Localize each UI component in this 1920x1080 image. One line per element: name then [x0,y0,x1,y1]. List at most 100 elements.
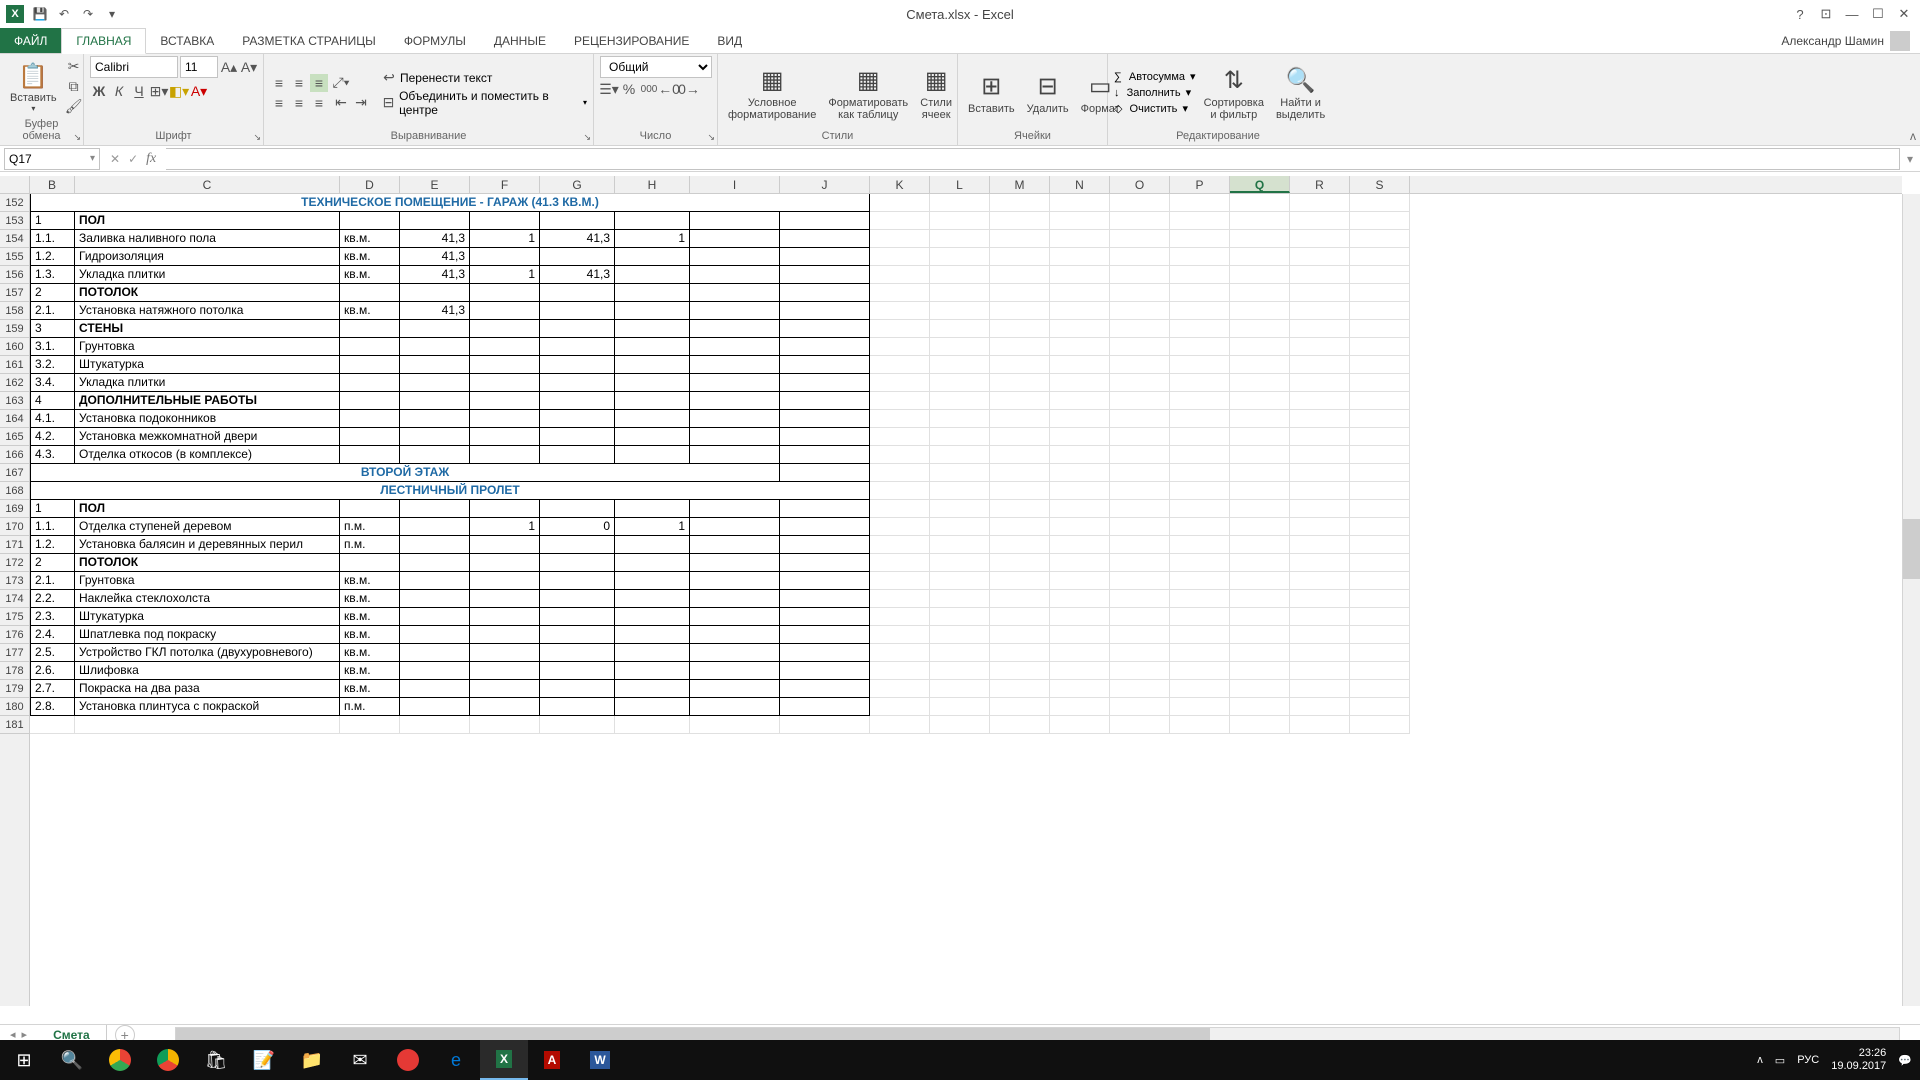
autosum-button[interactable]: ∑ Автосумма ▾ [1114,70,1196,83]
col-header-G[interactable]: G [540,176,615,193]
align-middle-icon[interactable]: ≡ [290,74,308,92]
maximize-icon[interactable]: ☐ [1866,4,1890,24]
start-button[interactable]: ⊞ [0,1040,48,1080]
row-header[interactable]: 170 [0,518,29,536]
help-icon[interactable]: ? [1788,4,1812,24]
row-header[interactable]: 165 [0,428,29,446]
tab-insert[interactable]: ВСТАВКА [146,28,228,53]
col-header-B[interactable]: B [30,176,75,193]
row-header[interactable]: 171 [0,536,29,554]
vertical-scrollbar[interactable] [1902,194,1920,1006]
ribbon-options-icon[interactable]: ⊡ [1814,4,1838,24]
qat-undo-icon[interactable]: ↶ [56,6,72,22]
tab-file[interactable]: ФАЙЛ [0,28,61,53]
canary-icon[interactable] [144,1040,192,1080]
cut-icon[interactable]: ✂ [65,58,83,76]
row-header[interactable]: 161 [0,356,29,374]
align-right-icon[interactable]: ≡ [310,94,328,112]
number-format-select[interactable]: Общий [600,56,712,78]
increase-indent-icon[interactable]: ⇥ [352,94,370,112]
store-icon[interactable]: 🛍 [192,1040,240,1080]
row-header[interactable]: 160 [0,338,29,356]
sort-filter-button[interactable]: ⇅ Сортировка и фильтр [1200,63,1268,123]
mail-icon[interactable]: ✉ [336,1040,384,1080]
name-box[interactable]: Q17 [4,148,100,170]
col-header-H[interactable]: H [615,176,690,193]
excel-task-icon[interactable]: X [480,1040,528,1080]
percent-icon[interactable]: % [620,80,638,98]
close-icon[interactable]: ✕ [1892,4,1916,24]
row-header[interactable]: 169 [0,500,29,518]
fill-color-icon[interactable]: ◧▾ [170,82,188,100]
accounting-icon[interactable]: ☰▾ [600,80,618,98]
orientation-icon[interactable]: ⤢▾ [332,74,350,92]
row-header[interactable]: 177 [0,644,29,662]
format-painter-icon[interactable]: 🖌 [65,98,83,116]
row-header[interactable]: 164 [0,410,29,428]
font-color-icon[interactable]: A▾ [190,82,208,100]
format-table-button[interactable]: ▦ Форматировать как таблицу [824,63,912,123]
decrease-decimal-icon[interactable]: 0→ [680,80,698,98]
decrease-indent-icon[interactable]: ⇤ [332,94,350,112]
decrease-font-icon[interactable]: A▾ [240,58,258,76]
user-account[interactable]: Александр Шамин [1771,28,1920,53]
word-icon[interactable]: W [576,1040,624,1080]
col-header-C[interactable]: C [75,176,340,193]
row-header[interactable]: 167 [0,464,29,482]
clipboard-launcher-icon[interactable]: ↘ [73,132,81,143]
col-header-K[interactable]: K [870,176,930,193]
col-header-O[interactable]: O [1110,176,1170,193]
comma-icon[interactable]: 000 [640,80,658,98]
formula-input[interactable] [166,148,1900,170]
tab-layout[interactable]: РАЗМЕТКА СТРАНИЦЫ [228,28,390,53]
explorer-icon[interactable]: 📁 [288,1040,336,1080]
row-header[interactable]: 176 [0,626,29,644]
col-header-I[interactable]: I [690,176,780,193]
col-header-J[interactable]: J [780,176,870,193]
paste-button[interactable]: 📋 Вставить ▾ [6,58,61,115]
italic-icon[interactable]: К [110,82,128,100]
col-header-E[interactable]: E [400,176,470,193]
search-icon[interactable]: 🔍 [48,1040,96,1080]
tab-formulas[interactable]: ФОРМУЛЫ [390,28,480,53]
row-header[interactable]: 155 [0,248,29,266]
fill-button[interactable]: ↓ Заполнить ▾ [1114,86,1196,99]
tray-network-icon[interactable]: ▭ [1775,1054,1785,1067]
cells-area[interactable]: ТЕХНИЧЕСКОЕ ПОМЕЩЕНИЕ - ГАРАЖ (41.3 КВ.М… [30,194,1902,1006]
row-header[interactable]: 179 [0,680,29,698]
alignment-launcher-icon[interactable]: ↘ [583,132,591,143]
row-header[interactable]: 181 [0,716,29,734]
wrap-text-button[interactable]: ↩ Перенести текст [380,69,587,87]
select-all-corner[interactable] [0,176,30,194]
row-header[interactable]: 180 [0,698,29,716]
minimize-icon[interactable]: — [1840,4,1864,24]
tray-notifications-icon[interactable]: 💬 [1898,1054,1912,1067]
align-left-icon[interactable]: ≡ [270,94,288,112]
acrobat-icon[interactable]: A [528,1040,576,1080]
align-top-icon[interactable]: ≡ [270,74,288,92]
row-header[interactable]: 178 [0,662,29,680]
cell-styles-button[interactable]: ▦ Стили ячеек [916,63,956,123]
col-header-P[interactable]: P [1170,176,1230,193]
row-header[interactable]: 153 [0,212,29,230]
row-header[interactable]: 162 [0,374,29,392]
clear-button[interactable]: ◇ Очистить ▾ [1114,102,1196,115]
tray-clock[interactable]: 23:26 19.09.2017 [1831,1047,1886,1073]
col-header-F[interactable]: F [470,176,540,193]
col-header-L[interactable]: L [930,176,990,193]
find-select-button[interactable]: 🔍 Найти и выделить [1272,63,1329,123]
fx-icon[interactable]: fx [146,151,156,167]
cancel-formula-icon[interactable]: ✕ [110,152,120,166]
row-header[interactable]: 163 [0,392,29,410]
qat-customize-icon[interactable]: ▾ [104,6,120,22]
increase-decimal-icon[interactable]: ←0 [660,80,678,98]
row-header[interactable]: 152 [0,194,29,212]
align-bottom-icon[interactable]: ≡ [310,74,328,92]
font-size-input[interactable] [180,56,218,78]
expand-formula-icon[interactable]: ▾ [1900,152,1920,166]
number-launcher-icon[interactable]: ↘ [707,132,715,143]
bold-icon[interactable]: Ж [90,82,108,100]
row-header[interactable]: 156 [0,266,29,284]
tab-home[interactable]: ГЛАВНАЯ [61,28,146,54]
tray-lang[interactable]: РУС [1797,1054,1819,1066]
